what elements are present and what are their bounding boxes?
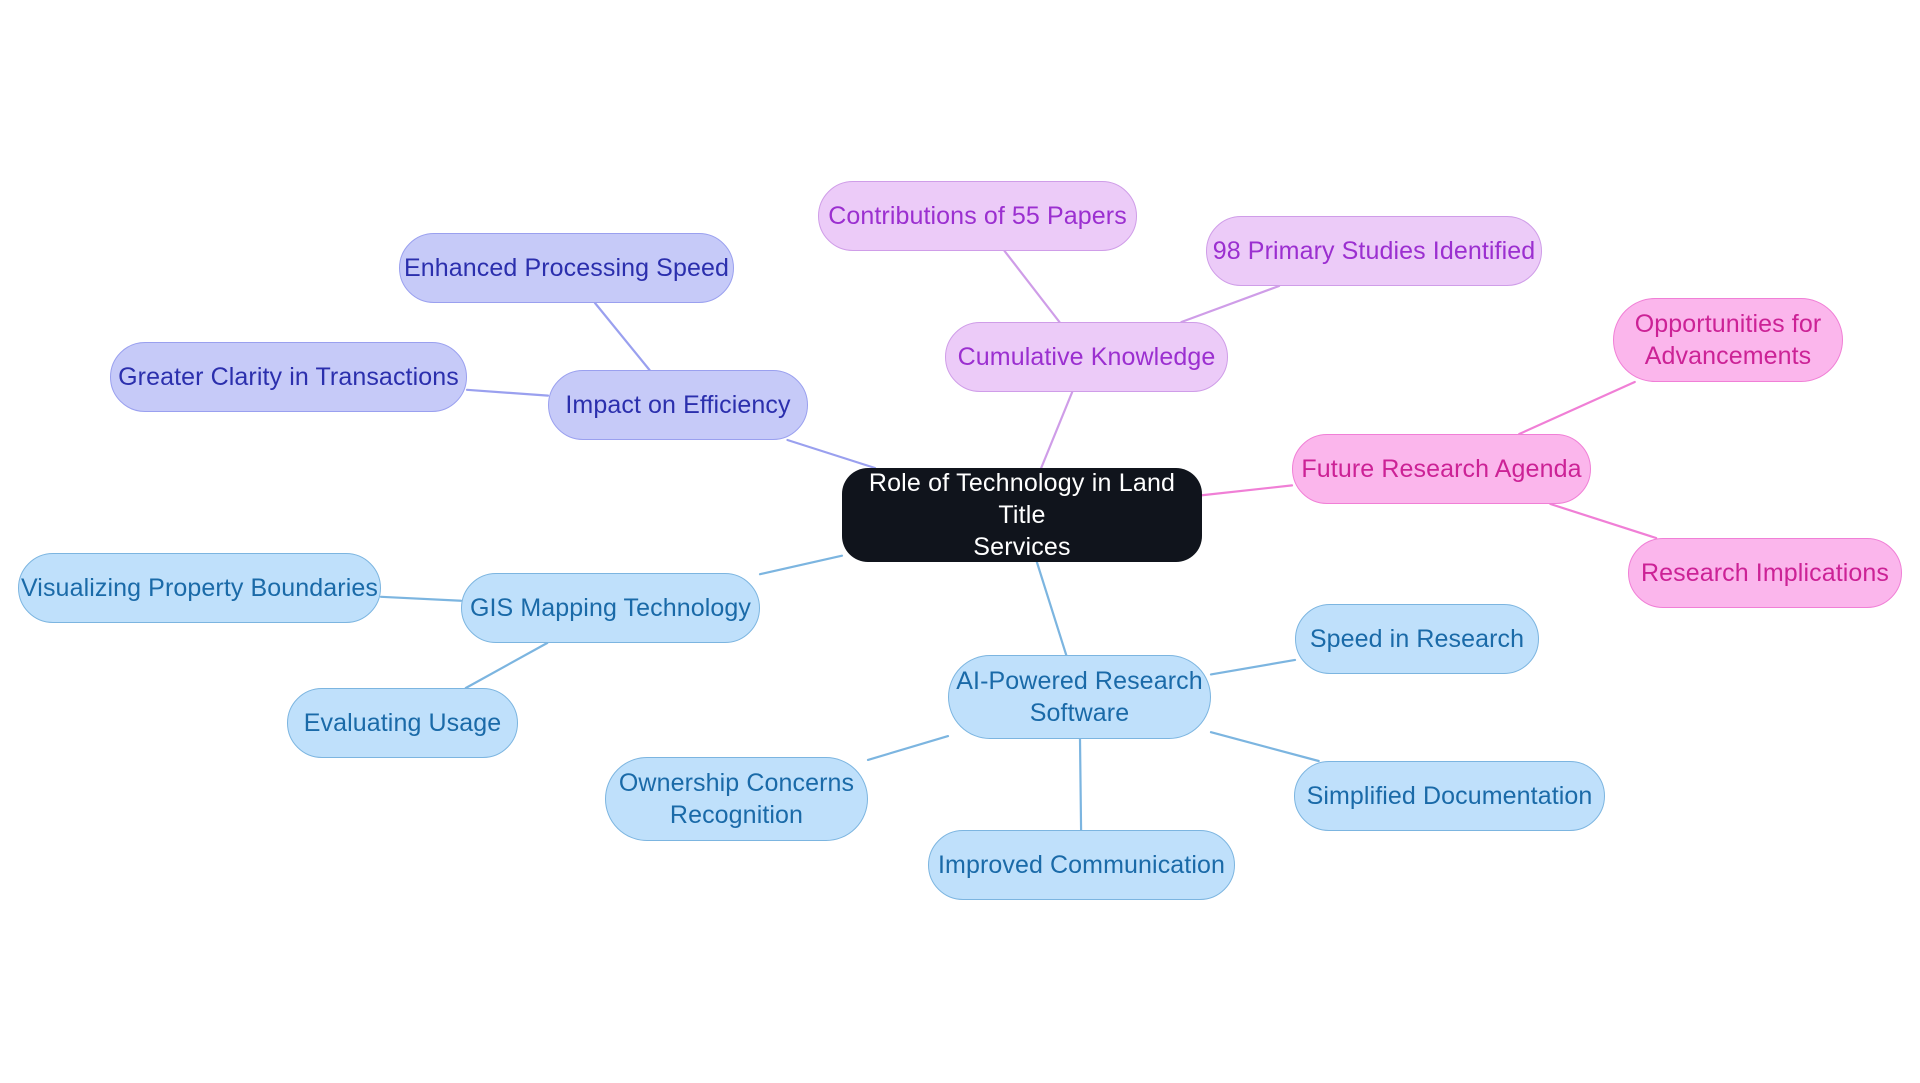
mindmap-edge-future-research-agenda-to-opportunities-advancements bbox=[1518, 380, 1636, 436]
mindmap-node-speed-in-research[interactable]: Speed in Research bbox=[1295, 604, 1539, 674]
mindmap-edge-root-to-impact-efficiency bbox=[786, 438, 877, 470]
mindmap-node-cumulative-knowledge[interactable]: Cumulative Knowledge bbox=[945, 322, 1228, 392]
mindmap-edge-ai-powered-research-software-to-speed-in-research bbox=[1209, 658, 1297, 676]
mindmap-node-ai-powered-research-software[interactable]: AI-Powered Research Software bbox=[948, 655, 1211, 739]
mindmap-edge-ai-powered-research-software-to-simplified-documentation bbox=[1209, 731, 1320, 763]
mindmap-node-future-research-agenda[interactable]: Future Research Agenda bbox=[1292, 434, 1591, 504]
mindmap-node-98-primary-studies[interactable]: 98 Primary Studies Identified bbox=[1206, 216, 1542, 286]
mindmap-edge-root-to-cumulative-knowledge bbox=[1040, 390, 1074, 470]
mindmap-edge-impact-efficiency-to-enhanced-processing-speed bbox=[593, 301, 651, 372]
mindmap-edge-ai-powered-research-software-to-ownership-concerns-recognition bbox=[866, 735, 950, 761]
mindmap-node-gis-mapping-technology[interactable]: GIS Mapping Technology bbox=[461, 573, 760, 643]
mindmap-node-research-implications[interactable]: Research Implications bbox=[1628, 538, 1902, 608]
mindmap-edge-root-to-ai-powered-research-software bbox=[1035, 560, 1068, 657]
mindmap-edge-impact-efficiency-to-greater-clarity-transactions bbox=[465, 388, 550, 397]
mindmap-edge-root-to-gis-mapping-technology bbox=[758, 554, 844, 576]
mindmap-node-root[interactable]: Role of Technology in Land Title Service… bbox=[842, 468, 1202, 562]
mindmap-edge-ai-powered-research-software-to-improved-communication bbox=[1078, 737, 1083, 832]
mindmap-node-greater-clarity-transactions[interactable]: Greater Clarity in Transactions bbox=[110, 342, 467, 412]
mindmap-node-improved-communication[interactable]: Improved Communication bbox=[928, 830, 1235, 900]
mindmap-node-ownership-concerns-recognition[interactable]: Ownership Concerns Recognition bbox=[605, 757, 868, 841]
mindmap-edge-future-research-agenda-to-research-implications bbox=[1549, 502, 1658, 540]
mindmap-node-contributions-55-papers[interactable]: Contributions of 55 Papers bbox=[818, 181, 1137, 251]
mindmap-node-opportunities-advancements[interactable]: Opportunities for Advancements bbox=[1613, 298, 1843, 382]
mindmap-edge-gis-mapping-technology-to-evaluating-usage bbox=[464, 641, 549, 690]
mindmap-node-impact-efficiency[interactable]: Impact on Efficiency bbox=[548, 370, 808, 440]
mindmap-edge-cumulative-knowledge-to-98-primary-studies bbox=[1180, 284, 1281, 324]
mindmap-canvas: Role of Technology in Land Title Service… bbox=[0, 0, 1920, 1083]
mindmap-edge-gis-mapping-technology-to-visualizing-property-boundaries bbox=[379, 595, 463, 602]
mindmap-edge-cumulative-knowledge-to-contributions-55-papers bbox=[1003, 249, 1061, 324]
mindmap-edge-root-to-future-research-agenda bbox=[1200, 484, 1294, 497]
mindmap-node-simplified-documentation[interactable]: Simplified Documentation bbox=[1294, 761, 1605, 831]
mindmap-node-visualizing-property-boundaries[interactable]: Visualizing Property Boundaries bbox=[18, 553, 381, 623]
mindmap-node-enhanced-processing-speed[interactable]: Enhanced Processing Speed bbox=[399, 233, 734, 303]
mindmap-node-evaluating-usage[interactable]: Evaluating Usage bbox=[287, 688, 518, 758]
